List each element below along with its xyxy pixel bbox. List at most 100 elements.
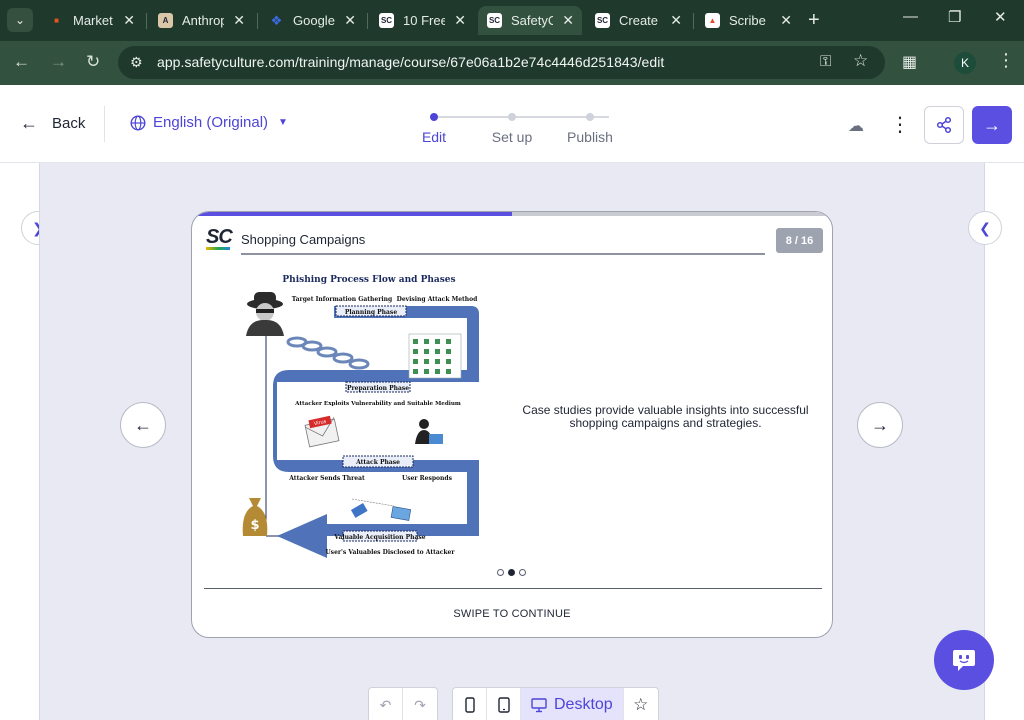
extensions-icon[interactable]: ▦ [902,52,917,72]
step-set-up[interactable]: Set up [477,103,547,145]
slide-progress-fill [192,212,512,216]
undo-icon: ↶ [379,696,392,713]
back-arrow-icon[interactable]: ← [13,52,30,72]
step-publish[interactable]: Publish [555,103,625,145]
more-options-icon[interactable]: ⋮ [890,112,910,137]
tab-search-dropdown-icon[interactable]: ⌄ [7,8,33,32]
caret-down-icon: ▼ [278,117,288,128]
arrow-left-icon: ← [134,414,152,435]
expand-right-panel-button[interactable]: ❮ [968,211,1002,245]
new-tab-icon[interactable]: + [808,9,820,32]
slide-title: Shopping Campaigns [241,232,366,247]
label-devising-method: Devising Attack Method [397,296,479,303]
browser-tab[interactable]: ■ Market ✕ [40,6,143,35]
tab-favicon-icon: ■ [54,16,59,25]
profile-avatar[interactable]: K [954,52,976,74]
tab-favicon-icon: SC [487,13,502,28]
label-target-gathering: Target Information Gathering [292,296,393,303]
close-tab-icon[interactable]: ✕ [670,12,682,29]
next-slide-button[interactable]: → [857,402,903,448]
tab-favicon-icon: A [158,13,173,28]
browser-tab[interactable]: A Anthrop ✕ [149,6,253,35]
browser-tab[interactable]: SC Create ✕ [586,6,690,35]
support-chat-button[interactable] [934,630,994,690]
redo-button[interactable]: ↷ [403,688,437,720]
attack-methods-grid [408,333,462,379]
carousel-dot-active[interactable] [508,569,515,576]
workflow-stepper: Edit Set up Publish [418,103,628,145]
address-bar[interactable]: ⚙ app.safetyculture.com/training/manage/… [118,46,885,79]
forward-arrow-icon[interactable]: → [50,52,67,72]
arrow-left-icon: ← [20,113,38,133]
tab-divider [367,13,368,29]
cloud-saved-icon: ☁ [848,118,864,135]
header-divider [104,106,105,142]
tab-title: Google [293,13,335,28]
undo-button[interactable]: ↶ [369,688,403,720]
svg-text:$: $ [250,518,259,533]
phishing-flow-diagram[interactable]: Phishing Process Flow and Phases Target … [239,274,480,560]
step-dot [586,113,594,121]
slide-card[interactable]: SC Shopping Campaigns 8 / 16 Phishing Pr… [191,211,833,638]
browser-tab[interactable]: SC 10 Free ✕ [370,6,474,35]
editor-bottom-toolbar: ↶ ↷ Desktop ☆ [368,687,659,720]
tab-favicon-icon: SC [379,13,394,28]
back-button[interactable]: ← Back [20,113,85,134]
share-button[interactable] [924,106,964,144]
reload-icon[interactable]: ↻ [86,52,100,72]
mobile-preview-button[interactable] [453,688,487,720]
arrow-right-icon: → [871,414,889,435]
editor-header: ← Back English (Original) ▼ Edit Set up … [0,85,1024,163]
step-label: Publish [567,129,613,145]
tablet-preview-button[interactable] [487,688,521,720]
step-label: Edit [421,129,447,145]
safetyculture-logo: SC [206,226,233,250]
step-dot [430,113,438,121]
image-carousel-dots [497,569,526,576]
close-tab-icon[interactable]: ✕ [123,12,135,29]
tab-title: SafetyC [511,13,553,28]
step-edit[interactable]: Edit [399,103,469,145]
carousel-dot[interactable] [519,569,526,576]
label-sends-threat: Attacker Sends Threat [288,475,365,482]
favorite-button[interactable]: ☆ [624,688,658,720]
language-selector[interactable]: English (Original) ▼ [130,114,288,131]
previous-slide-button[interactable]: ← [120,402,166,448]
browser-tab-active[interactable]: SC SafetyC ✕ [478,6,582,35]
carousel-dot[interactable] [497,569,504,576]
restore-icon[interactable]: ❐ [948,8,961,26]
close-tab-icon[interactable]: ✕ [344,12,356,29]
browser-menu-icon[interactable]: ⋮ [997,50,1015,71]
title-underline [241,253,765,255]
site-settings-icon[interactable]: ⚙ [130,54,143,71]
tablet-icon [497,697,510,713]
close-window-icon[interactable]: ✕ [994,8,1007,26]
browser-tab[interactable]: ▲ Scribe ✕ [696,6,800,35]
tab-title: Market [73,13,113,28]
label-acquisition-phase: Valuable Acquisition Phase [333,534,425,541]
tab-divider [693,13,694,29]
next-step-button[interactable]: → [972,106,1012,144]
close-tab-icon[interactable]: ✕ [454,12,466,29]
label-valuables-disclosed: User's Valuables Disclosed to Attacker [325,549,455,556]
password-key-icon[interactable]: ⚿ [820,53,831,70]
slide-body-text[interactable]: Case studies provide valuable insights i… [519,404,812,430]
tab-divider [257,13,258,29]
arrow-right-icon: → [983,114,1001,135]
browser-tab[interactable]: ❖ Google ✕ [260,6,364,35]
tab-favicon-icon: ▲ [705,13,720,28]
tab-favicon-icon: ❖ [270,12,283,28]
url-text[interactable]: app.safetyculture.com/training/manage/co… [157,54,664,70]
footer-divider [204,588,822,589]
tab-title: 10 Free [403,13,445,28]
desktop-preview-button[interactable]: Desktop [521,688,624,720]
close-tab-icon[interactable]: ✕ [562,12,574,29]
minimize-icon[interactable]: — [903,8,918,25]
close-tab-icon[interactable]: ✕ [780,12,792,29]
tab-favicon-icon: SC [595,13,610,28]
swipe-to-continue-label: SWIPE TO CONTINUE [453,608,571,620]
close-tab-icon[interactable]: ✕ [233,12,245,29]
bookmark-star-icon[interactable]: ☆ [853,51,868,71]
logo-underline [206,247,230,250]
slide-counter-badge: 8 / 16 [776,228,823,253]
